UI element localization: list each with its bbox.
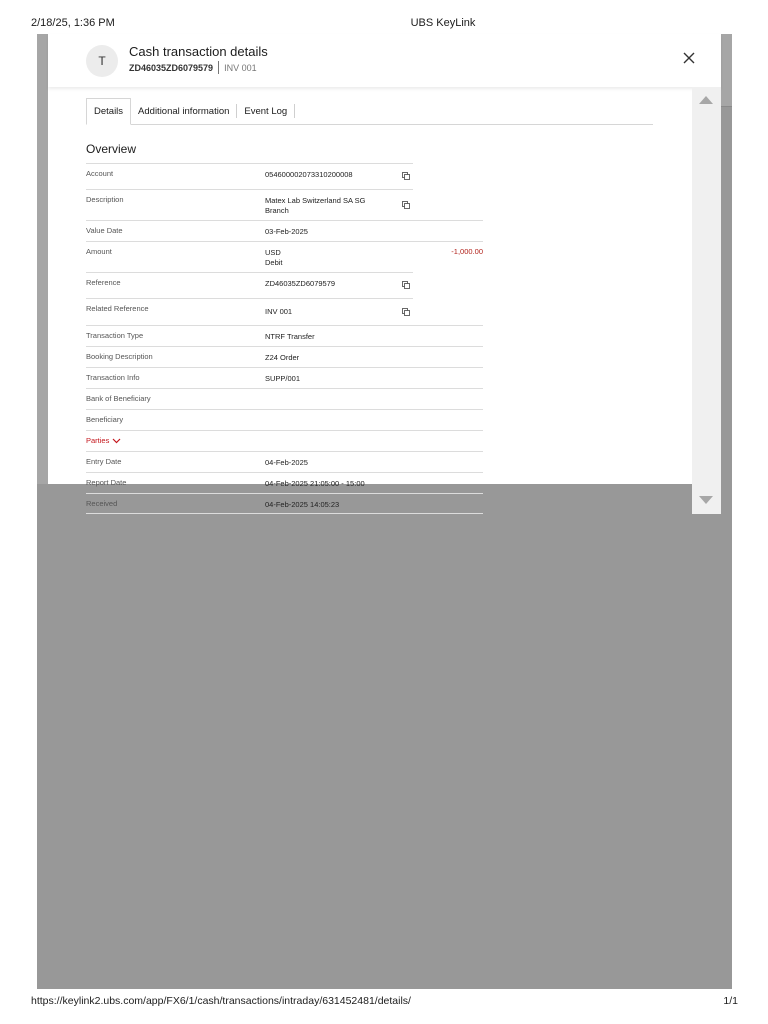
row-entry-date: Entry Date 04-Feb-2025 bbox=[86, 451, 483, 472]
row-value: Z24 Order bbox=[265, 353, 300, 362]
backdrop-divider bbox=[720, 106, 732, 107]
tab-additional-information[interactable]: Additional information bbox=[131, 98, 236, 124]
row-bank-of-beneficiary: Bank of Beneficiary bbox=[86, 388, 483, 409]
tab-details[interactable]: Details bbox=[86, 98, 132, 125]
scroll-up-arrow-icon[interactable] bbox=[699, 96, 713, 104]
parties-label: Parties bbox=[86, 436, 110, 445]
print-url: https://keylink2.ubs.com/app/FX6/1/cash/… bbox=[31, 995, 411, 1007]
row-value: 04-Feb-2025 bbox=[265, 458, 308, 467]
invoice-reference: INV 001 bbox=[224, 62, 257, 73]
copy-icon[interactable] bbox=[402, 172, 410, 180]
copy-icon[interactable] bbox=[402, 201, 410, 209]
row-value: Matex Lab Switzerland SA SG Branch bbox=[265, 196, 365, 215]
row-label: Booking Description bbox=[86, 352, 153, 361]
row-transaction-info: Transaction Info SUPP/001 bbox=[86, 367, 483, 388]
row-label: Beneficiary bbox=[86, 415, 124, 424]
row-value-date: Value Date 03-Feb-2025 bbox=[86, 220, 483, 241]
row-label: Bank of Beneficiary bbox=[86, 394, 151, 403]
row-label: Reference bbox=[86, 278, 121, 287]
row-label: Received bbox=[86, 499, 118, 508]
row-booking-description: Booking Description Z24 Order bbox=[86, 346, 483, 367]
transaction-details-modal: T Cash transaction details ZD46035ZD6079… bbox=[48, 34, 721, 514]
modal-title: Cash transaction details bbox=[129, 44, 268, 59]
row-label: Amount bbox=[86, 247, 112, 256]
row-value: NTRF Transfer bbox=[265, 332, 315, 341]
row-value-line1: Matex Lab Switzerland SA SG bbox=[265, 196, 366, 205]
row-label: Related Reference bbox=[86, 304, 149, 313]
modal-subtitle: ZD46035ZD6079579 INV 001 bbox=[129, 61, 257, 74]
row-label: Account bbox=[86, 169, 114, 178]
row-reference: Reference ZD46035ZD6079579 bbox=[86, 272, 413, 298]
row-label: Report Date bbox=[86, 478, 127, 487]
print-title: UBS KeyLink bbox=[410, 17, 476, 29]
modal-scrollbar[interactable] bbox=[692, 87, 721, 514]
avatar: T bbox=[86, 45, 118, 77]
row-value: 054600002073310200008 bbox=[265, 170, 353, 179]
chevron-down-icon bbox=[112, 438, 121, 443]
row-value: 04-Feb-2025 14:05:23 bbox=[265, 500, 340, 509]
row-report-date: Report Date 04-Feb-2025 21:05:00 - 15:00 bbox=[86, 472, 483, 493]
row-amount: Amount USD Debit -1,000.00 bbox=[86, 241, 483, 272]
row-value: SUPP/001 bbox=[265, 374, 301, 383]
row-value: INV 001 bbox=[265, 307, 293, 316]
parties-toggle[interactable]: Parties bbox=[86, 436, 121, 445]
copy-icon[interactable] bbox=[402, 281, 410, 289]
row-account: Account 054600002073310200008 bbox=[86, 163, 413, 189]
tab-divider bbox=[294, 104, 296, 118]
modal-header: T Cash transaction details ZD46035ZD6079… bbox=[48, 34, 721, 87]
currency: USD bbox=[265, 248, 281, 257]
row-received: Received 04-Feb-2025 14:05:23 bbox=[86, 493, 483, 514]
close-icon[interactable] bbox=[682, 51, 696, 65]
row-value: 04-Feb-2025 21:05:00 - 15:00 bbox=[265, 479, 365, 488]
row-label: Entry Date bbox=[86, 457, 122, 466]
scroll-down-arrow-icon[interactable] bbox=[699, 496, 713, 504]
row-label: Transaction Type bbox=[86, 331, 144, 340]
backdrop-right-panel bbox=[720, 34, 732, 106]
copy-icon[interactable] bbox=[402, 308, 410, 316]
overview-table: Account 054600002073310200008 Descriptio… bbox=[86, 163, 483, 514]
row-value: 03-Feb-2025 bbox=[265, 227, 308, 236]
section-title-overview: Overview bbox=[86, 142, 137, 156]
row-label: Description bbox=[86, 195, 124, 204]
print-page-number: 1/1 bbox=[723, 995, 738, 1007]
debit-credit: Debit bbox=[265, 257, 283, 267]
row-description: Description Matex Lab Switzerland SA SG B… bbox=[86, 189, 413, 220]
row-related-reference: Related Reference INV 001 bbox=[86, 298, 413, 325]
row-label: Value Date bbox=[86, 226, 123, 235]
row-label: Transaction Info bbox=[86, 373, 140, 382]
backdrop-left-panel bbox=[37, 34, 48, 484]
row-beneficiary: Beneficiary bbox=[86, 409, 483, 430]
row-parties: Parties bbox=[86, 430, 483, 451]
row-transaction-type: Transaction Type NTRF Transfer bbox=[86, 325, 483, 346]
row-value-line2: Branch bbox=[265, 205, 289, 215]
amount-value: -1,000.00 bbox=[451, 247, 483, 256]
transaction-reference: ZD46035ZD6079579 bbox=[129, 62, 214, 73]
tab-bar: Details Additional information Event Log bbox=[86, 98, 653, 125]
row-value: USD Debit bbox=[265, 248, 283, 267]
row-value: ZD46035ZD6079579 bbox=[265, 279, 336, 288]
tab-event-log[interactable]: Event Log bbox=[237, 98, 294, 124]
subtitle-divider bbox=[218, 61, 220, 74]
